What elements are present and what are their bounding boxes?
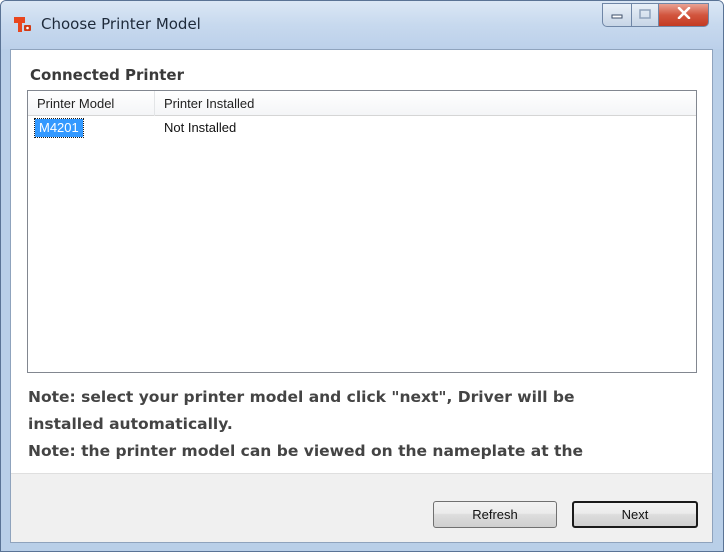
note-select-model: Note: select your printer model and clic… bbox=[28, 388, 575, 406]
note-select-model-continued: installed automatically. bbox=[28, 415, 233, 433]
section-title: Connected Printer bbox=[30, 66, 184, 84]
column-header-printer-installed[interactable]: Printer Installed bbox=[155, 91, 355, 116]
refresh-button[interactable]: Refresh bbox=[433, 501, 557, 528]
caption-buttons bbox=[602, 3, 709, 27]
printer-model-cell[interactable]: M4201 bbox=[34, 118, 84, 138]
list-header: Printer Model Printer Installed bbox=[28, 91, 696, 116]
list-item[interactable]: M4201 Not Installed bbox=[28, 117, 696, 139]
printer-app-icon bbox=[13, 16, 33, 34]
close-icon bbox=[677, 6, 691, 24]
printer-installed-cell: Not Installed bbox=[164, 120, 237, 135]
next-button[interactable]: Next bbox=[572, 501, 698, 528]
maximize-button[interactable] bbox=[632, 3, 659, 27]
maximize-icon bbox=[639, 6, 651, 24]
close-button[interactable] bbox=[659, 3, 709, 27]
button-bar: Refresh Next bbox=[11, 473, 712, 542]
printer-list[interactable]: Printer Model Printer Installed M4201 No… bbox=[27, 90, 697, 373]
minimize-icon bbox=[611, 6, 623, 24]
dialog-client-area: Connected Printer Printer Model Printer … bbox=[10, 49, 713, 543]
title-bar[interactable]: Choose Printer Model bbox=[1, 1, 723, 49]
dialog-window: Choose Printer Model Connected Printer P… bbox=[0, 0, 724, 552]
column-header-printer-model[interactable]: Printer Model bbox=[28, 91, 155, 116]
minimize-button[interactable] bbox=[602, 3, 632, 27]
note-nameplate: Note: the printer model can be viewed on… bbox=[28, 442, 583, 460]
window-title: Choose Printer Model bbox=[41, 15, 201, 33]
